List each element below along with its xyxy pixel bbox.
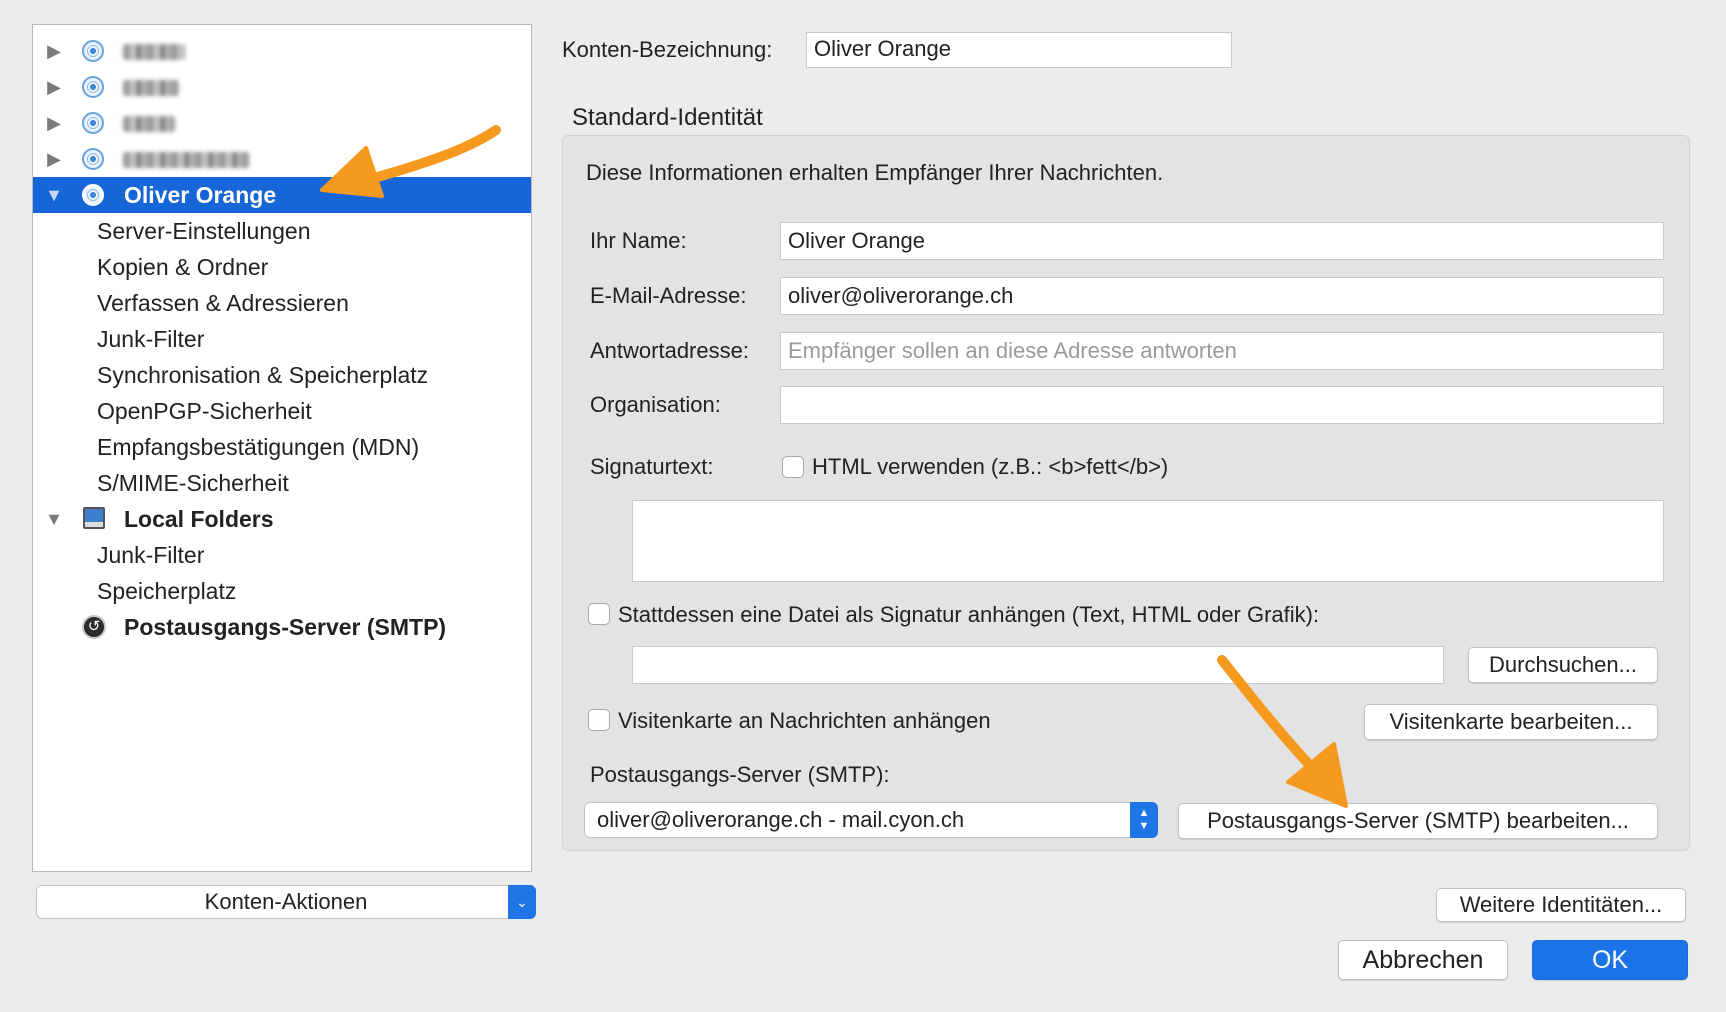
tree-row-local-folders[interactable]: ▼ Local Folders: [33, 501, 531, 537]
tree-item-sync-storage[interactable]: Synchronisation & Speicherplatz: [33, 357, 531, 393]
account-tree[interactable]: ▶ ▶ ▶ ▶ ▼ Oliver Orange Server-Einstellu…: [32, 24, 532, 872]
smtp-server-label: Postausgangs-Server (SMTP):: [590, 762, 890, 787]
file-signature-checkbox[interactable]: [588, 603, 610, 625]
mail-account-icon: [82, 148, 104, 170]
tree-row-account-hidden-1[interactable]: ▶: [33, 33, 531, 69]
tree-row-account-hidden-3[interactable]: ▶: [33, 105, 531, 141]
your-name-label: Ihr Name:: [590, 228, 687, 253]
file-signature-checkbox-label: Stattdessen eine Datei als Signatur anhä…: [618, 602, 1320, 627]
organization-field[interactable]: [780, 386, 1664, 424]
edit-smtp-server-button[interactable]: Postausgangs-Server (SMTP) bearbeiten...: [1178, 803, 1658, 839]
account-name-label: Konten-Bezeichnung:: [562, 37, 773, 62]
local-folders-icon: [83, 507, 105, 529]
organization-label: Organisation:: [590, 392, 721, 417]
select-updown-icon: ▲ ▼: [1130, 802, 1158, 838]
reply-to-field[interactable]: Empfänger sollen an diese Adresse antwor…: [780, 332, 1664, 370]
smtp-server-select[interactable]: oliver@oliverorange.ch - mail.cyon.ch ▲ ▼: [584, 802, 1158, 838]
expand-triangle-icon[interactable]: ▶: [43, 69, 65, 105]
identity-info-text: Diese Informationen erhalten Empfänger I…: [586, 160, 1164, 185]
tree-item-smime[interactable]: S/MIME-Sicherheit: [33, 465, 531, 501]
collapse-triangle-icon[interactable]: ▼: [43, 501, 65, 537]
tree-item-receipts-mdn[interactable]: Empfangsbestätigungen (MDN): [33, 429, 531, 465]
email-label: E-Mail-Adresse:: [590, 283, 747, 308]
blurred-account-name: [123, 116, 175, 132]
tree-item-openpgp[interactable]: OpenPGP-Sicherheit: [33, 393, 531, 429]
mail-account-icon: [82, 184, 104, 206]
chevron-down-icon: ⌄: [508, 885, 536, 919]
signature-label: Signaturtext:: [590, 454, 714, 479]
tree-item-copies-folders[interactable]: Kopien & Ordner: [33, 249, 531, 285]
browse-button[interactable]: Durchsuchen...: [1468, 647, 1658, 683]
html-signature-checkbox-label: HTML verwenden (z.B.: <b>fett</b>): [812, 454, 1169, 479]
tree-row-account-hidden-4[interactable]: ▶: [33, 141, 531, 177]
more-identities-button[interactable]: Weitere Identitäten...: [1436, 888, 1686, 922]
mail-account-icon: [82, 40, 104, 62]
mail-account-icon: [82, 112, 104, 134]
tree-item-server-settings[interactable]: Server-Einstellungen: [33, 213, 531, 249]
identity-section-title: Standard-Identität: [572, 104, 763, 131]
tree-row-account-hidden-2[interactable]: ▶: [33, 69, 531, 105]
expand-triangle-icon[interactable]: ▶: [43, 141, 65, 177]
tree-item-local-junk-filter[interactable]: Junk-Filter: [33, 537, 531, 573]
signature-file-path-field[interactable]: [632, 646, 1444, 684]
vcard-checkbox-label: Visitenkarte an Nachrichten anhängen: [618, 708, 991, 733]
selected-account-label: Oliver Orange: [124, 182, 277, 208]
tree-item-junk-filter[interactable]: Junk-Filter: [33, 321, 531, 357]
mail-account-icon: [82, 76, 104, 98]
your-name-field[interactable]: Oliver Orange: [780, 222, 1664, 260]
email-field[interactable]: oliver@oliverorange.ch: [780, 277, 1664, 315]
expand-triangle-icon[interactable]: ▶: [43, 105, 65, 141]
tree-item-composition[interactable]: Verfassen & Adressieren: [33, 285, 531, 321]
collapse-triangle-icon[interactable]: ▼: [43, 177, 65, 213]
reply-to-label: Antwortadresse:: [590, 338, 749, 363]
cancel-button[interactable]: Abbrechen: [1338, 940, 1508, 980]
tree-item-local-storage[interactable]: Speicherplatz: [33, 573, 531, 609]
ok-button[interactable]: OK: [1532, 940, 1688, 980]
account-name-field[interactable]: Oliver Orange: [806, 32, 1232, 68]
html-signature-checkbox[interactable]: [782, 456, 804, 478]
blurred-account-name: [123, 152, 249, 168]
blurred-account-name: [123, 80, 179, 96]
tree-row-account-selected[interactable]: ▼ Oliver Orange: [33, 177, 531, 213]
signature-textarea[interactable]: [632, 500, 1664, 582]
tree-row-smtp-server[interactable]: ↺ Postausgangs-Server (SMTP): [33, 609, 531, 645]
edit-vcard-button[interactable]: Visitenkarte bearbeiten...: [1364, 704, 1658, 740]
account-actions-dropdown[interactable]: Konten-Aktionen ⌄: [36, 885, 536, 919]
expand-triangle-icon[interactable]: ▶: [43, 33, 65, 69]
outgoing-server-icon: ↺: [82, 615, 106, 639]
blurred-account-name: [123, 44, 185, 60]
vcard-checkbox[interactable]: [588, 709, 610, 731]
